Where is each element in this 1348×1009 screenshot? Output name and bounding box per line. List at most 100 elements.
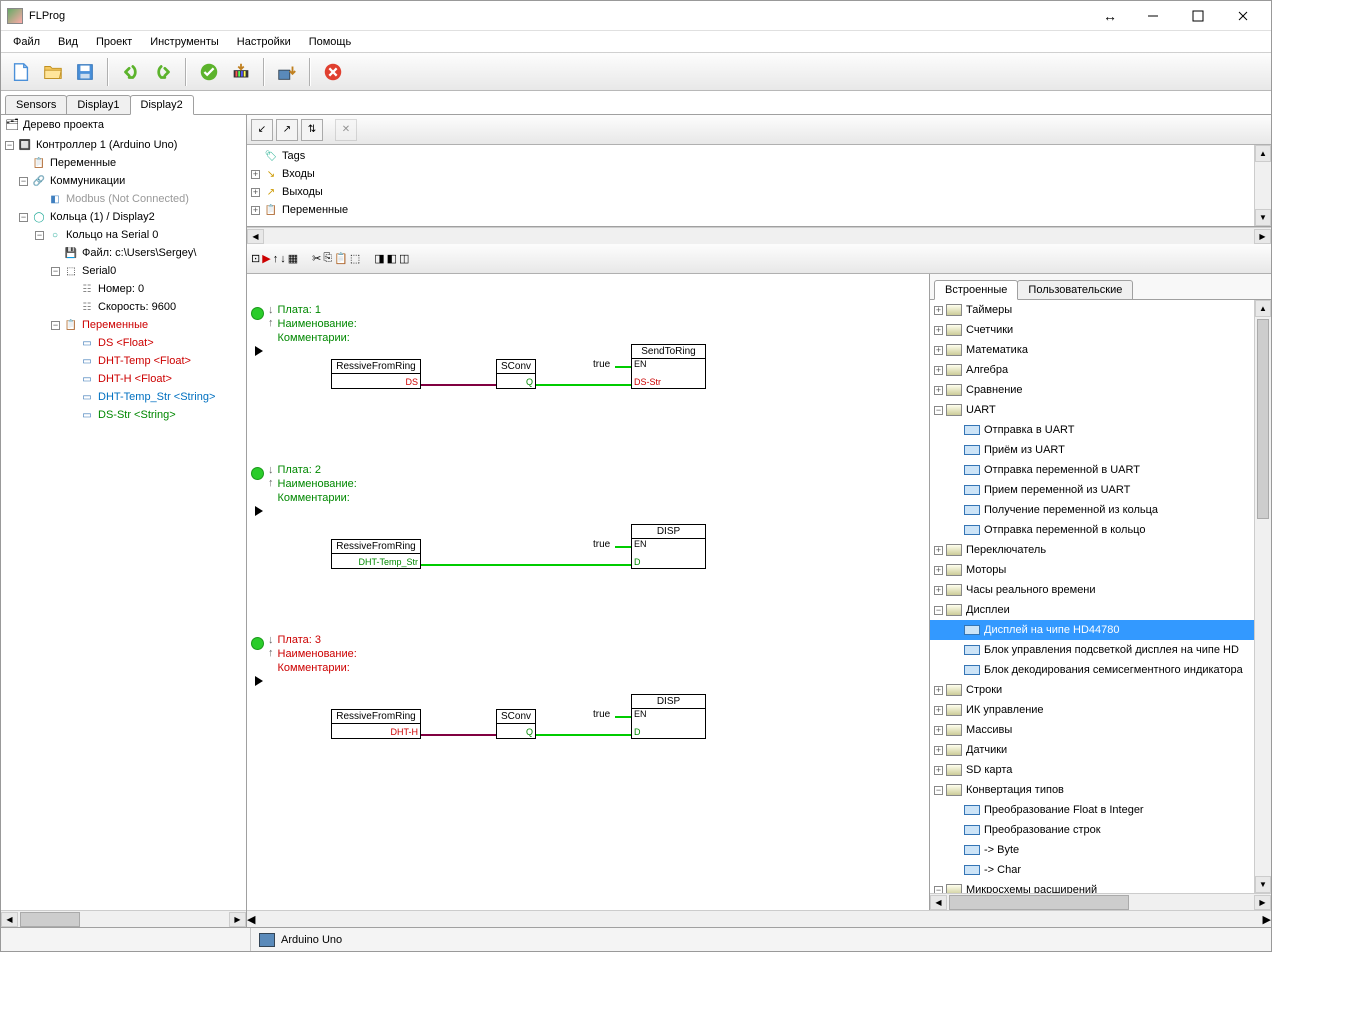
block-en-port[interactable]: EN (634, 359, 647, 369)
lib-folder[interactable]: +Таймеры (930, 300, 1254, 320)
fbd-board[interactable]: ↓↑ Плата: 1 Наименование: Комментарии: R… (251, 304, 357, 356)
scroll-down-icon[interactable]: ▼ (1255, 876, 1271, 893)
wire[interactable] (421, 384, 496, 386)
tree-expand-icon[interactable]: + (251, 188, 260, 197)
function-block[interactable]: SendToRingENDS-Str (631, 344, 706, 389)
project-tree[interactable]: −🔲Контроллер 1 (Arduino Uno) 📋Переменные… (1, 134, 246, 910)
lib-folder[interactable]: −Микросхемы расширений (930, 880, 1254, 893)
lib-folder[interactable]: +Алгебра (930, 360, 1254, 380)
block-d-port[interactable]: D (634, 727, 641, 737)
lib-folder[interactable]: +Математика (930, 340, 1254, 360)
scroll-thumb[interactable] (949, 895, 1129, 910)
wire[interactable] (615, 546, 631, 548)
menu-help[interactable]: Помощь (301, 34, 360, 50)
tags-vars[interactable]: Переменные (282, 204, 348, 216)
tree-expand-icon[interactable]: − (934, 886, 943, 894)
tree-expand-icon[interactable]: + (934, 546, 943, 555)
compile-button[interactable] (227, 58, 255, 86)
lib-item[interactable]: -> Byte (930, 840, 1254, 860)
scroll-right-icon[interactable]: ▶ (1254, 229, 1271, 244)
save-button[interactable] (71, 58, 99, 86)
scroll-right-icon[interactable]: ▶ (1263, 913, 1271, 926)
upload-button[interactable] (273, 58, 301, 86)
tree-expand-icon[interactable]: + (934, 766, 943, 775)
lib-item[interactable]: Получение переменной из кольца (930, 500, 1254, 520)
tree-hscrollbar[interactable]: ◀ ▶ (1, 910, 246, 927)
maximize-button[interactable] (1175, 2, 1220, 30)
tree-expand-icon[interactable]: + (934, 706, 943, 715)
scroll-left-icon[interactable]: ◀ (247, 913, 255, 926)
wire[interactable] (421, 734, 496, 736)
minimize-button[interactable] (1130, 2, 1175, 30)
scroll-right-icon[interactable]: ▶ (229, 912, 246, 927)
tree-expand-icon[interactable]: − (934, 406, 943, 415)
canvas-hscrollbar[interactable]: ◀ ▶ (247, 910, 1271, 927)
menu-project[interactable]: Проект (88, 34, 140, 50)
move-down-button[interactable]: ↓ (280, 253, 286, 265)
stop-button[interactable] (319, 58, 347, 86)
tree-vars2[interactable]: Переменные (82, 319, 148, 331)
tree-expand-icon[interactable]: + (934, 566, 943, 575)
add-output-button[interactable]: ↗ (276, 119, 298, 141)
tags-root[interactable]: Tags (282, 150, 305, 162)
grid-button[interactable]: ▦ (288, 252, 298, 265)
tree-v3[interactable]: DHT-H <Float> (98, 373, 172, 385)
lib-folder[interactable]: +ИК управление (930, 700, 1254, 720)
tree-expand-icon[interactable]: − (934, 606, 943, 615)
lib-folder[interactable]: +Счетчики (930, 320, 1254, 340)
tree-file[interactable]: Файл: с:\Users\Sergey\ (82, 247, 196, 259)
function-block[interactable]: RessiveFromRingDHT-Temp_Str (331, 539, 421, 569)
library-tree[interactable]: +Таймеры+Счетчики+Математика+Алгебра+Сра… (930, 300, 1271, 893)
scroll-left-icon[interactable]: ◀ (247, 229, 264, 244)
tree-serial0[interactable]: Serial0 (82, 265, 116, 277)
align-right-button[interactable]: ◧ (387, 252, 397, 265)
wire[interactable] (615, 366, 631, 368)
lib-folder[interactable]: +Сравнение (930, 380, 1254, 400)
block-out-port[interactable]: Q (526, 727, 533, 737)
block-out-port[interactable]: Q (526, 377, 533, 387)
tab-builtin[interactable]: Встроенные (934, 280, 1018, 300)
scroll-right-icon[interactable]: ▶ (1254, 895, 1271, 910)
tree-modbus[interactable]: Modbus (Not Connected) (66, 193, 189, 205)
tab-display1[interactable]: Display1 (66, 95, 130, 114)
menu-file[interactable]: Файл (5, 34, 48, 50)
wire[interactable] (536, 734, 631, 736)
close-button[interactable] (1220, 2, 1265, 30)
tab-user[interactable]: Пользовательские (1017, 280, 1133, 299)
function-block[interactable]: RessiveFromRingDHT-H (331, 709, 421, 739)
tags-hscrollbar[interactable]: ◀ ▶ (247, 227, 1271, 244)
lib-item[interactable]: Блок управления подсветкой дисплея на чи… (930, 640, 1254, 660)
wire[interactable] (536, 384, 631, 386)
scroll-down-icon[interactable]: ▼ (1255, 209, 1271, 226)
block-out-port[interactable]: DHT-Temp_Str (358, 557, 418, 567)
menu-tools[interactable]: Инструменты (142, 34, 227, 50)
add-var-button[interactable]: ⇅ (301, 119, 323, 141)
scroll-thumb[interactable] (20, 912, 80, 927)
tags-vscrollbar[interactable]: ▲ ▼ (1254, 145, 1271, 226)
lib-folder[interactable]: +Переключатель (930, 540, 1254, 560)
open-button[interactable] (39, 58, 67, 86)
tree-expand-icon[interactable]: − (19, 177, 28, 186)
tree-controller[interactable]: Контроллер 1 (Arduino Uno) (36, 139, 177, 151)
lib-folder[interactable]: −UART (930, 400, 1254, 420)
function-block[interactable]: SConvQ (496, 359, 536, 389)
block-d-port[interactable]: D (634, 557, 641, 567)
new-button[interactable] (7, 58, 35, 86)
move-up-button[interactable]: ↑ (273, 253, 279, 265)
fbd-board[interactable]: ↓↑ Плата: 3 Наименование: Комментарии: R… (251, 634, 357, 686)
scroll-left-icon[interactable]: ◀ (930, 895, 947, 910)
tree-expand-icon[interactable]: + (934, 686, 943, 695)
block-d-port[interactable]: DS-Str (634, 377, 661, 387)
tree-expand-icon[interactable]: + (251, 170, 260, 179)
function-block[interactable]: SConvQ (496, 709, 536, 739)
tree-expand-icon[interactable]: + (934, 366, 943, 375)
fbd-canvas[interactable]: ↓↑ Плата: 1 Наименование: Комментарии: R… (247, 274, 929, 910)
tree-ring0[interactable]: Кольцо на Serial 0 (66, 229, 158, 241)
tree-expand-icon[interactable]: + (934, 726, 943, 735)
lib-folder[interactable]: +Часы реального времени (930, 580, 1254, 600)
tree-rings[interactable]: Кольца (1) / Display2 (50, 211, 155, 223)
fbd-board[interactable]: ↓↑ Плата: 2 Наименование: Комментарии: R… (251, 464, 357, 516)
lib-item[interactable]: Прием переменной из UART (930, 480, 1254, 500)
wire[interactable] (421, 564, 631, 566)
block-en-port[interactable]: EN (634, 709, 647, 719)
